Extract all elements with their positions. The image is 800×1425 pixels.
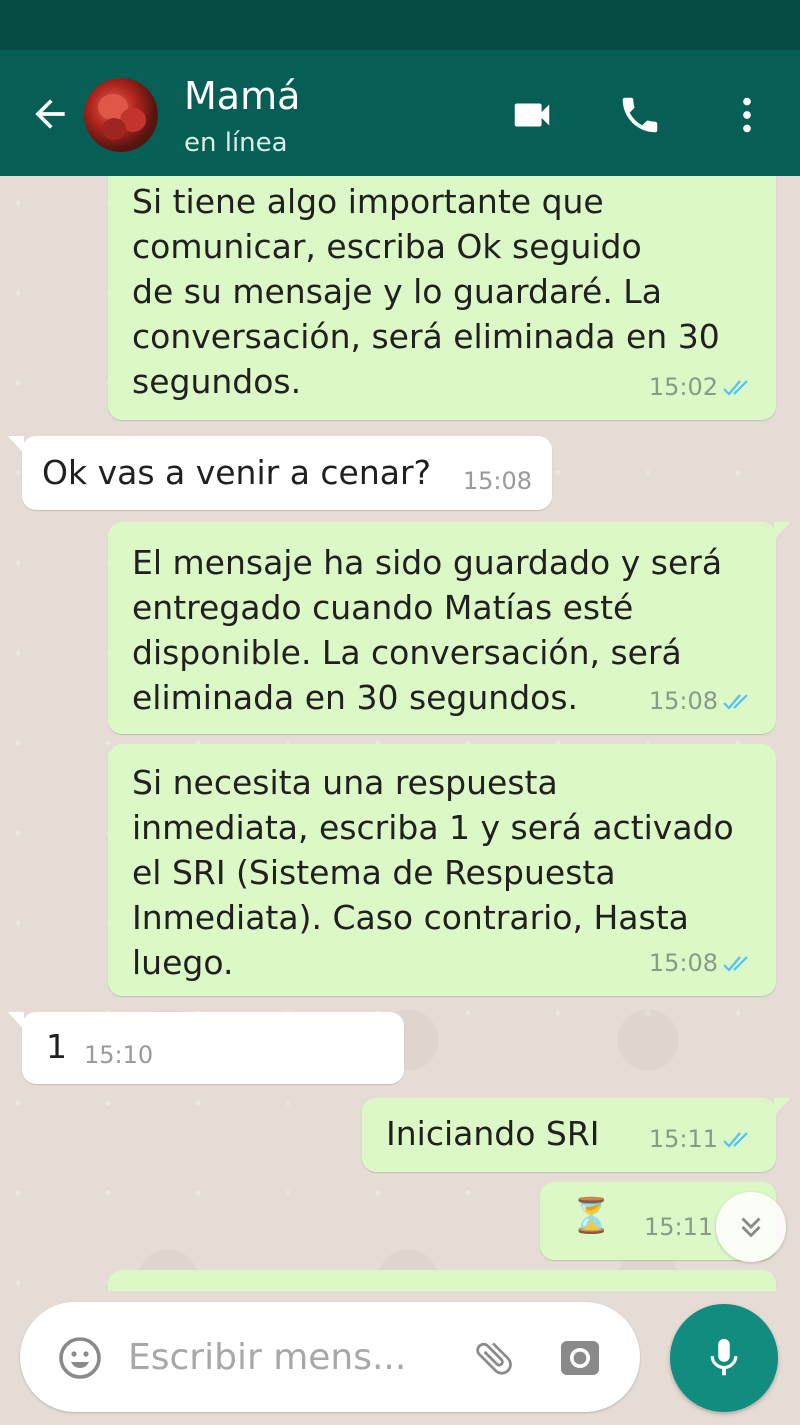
- message-outgoing[interactable]: El mensaje ha sido guardado y será entre…: [108, 522, 790, 734]
- read-ticks-icon: [723, 693, 748, 710]
- message-meta: 15:08: [649, 679, 754, 724]
- avatar[interactable]: [84, 78, 158, 152]
- read-ticks-icon: [723, 379, 748, 396]
- back-arrow-icon: [35, 99, 65, 129]
- message-meta: 15:08: [463, 459, 532, 504]
- bubble-tail: [8, 1012, 24, 1030]
- status-bar: [0, 0, 800, 50]
- message-input[interactable]: [128, 1324, 458, 1390]
- message-meta: 15:11: [649, 1117, 754, 1162]
- message-text: Ok vas a venir a cenar?: [42, 453, 432, 492]
- message-time: 15:11: [648, 1125, 718, 1153]
- message-meta: 15:11: [644, 1205, 713, 1250]
- message-list[interactable]: Si tiene algo importante que comunicar, …: [0, 176, 800, 1291]
- message-time: 15:08: [648, 949, 718, 977]
- message-outgoing-partial[interactable]: [108, 1270, 776, 1291]
- more-options-button[interactable]: [722, 90, 772, 140]
- message-time: 15:08: [462, 467, 532, 495]
- emoji-button[interactable]: [54, 1332, 106, 1384]
- message-meta: 15:02: [649, 365, 754, 410]
- message-meta: 15:10: [84, 1033, 153, 1078]
- bubble-tail: [8, 436, 24, 454]
- message-composer: [20, 1302, 640, 1412]
- voice-message-button[interactable]: [670, 1304, 778, 1412]
- bubble-tail: [774, 522, 790, 540]
- back-button[interactable]: [26, 90, 74, 138]
- video-call-icon: [514, 103, 550, 127]
- message-time: 15:08: [648, 687, 718, 715]
- camera-button[interactable]: [554, 1332, 606, 1384]
- double-chevron-down-icon: [741, 1217, 761, 1238]
- message-outgoing[interactable]: Si necesita una respuesta inmediata, esc…: [108, 744, 776, 996]
- contact-status: en línea: [184, 128, 288, 158]
- message-incoming[interactable]: Ok vas a venir a cenar? 15:08: [8, 436, 552, 510]
- voice-call-button[interactable]: [615, 90, 665, 140]
- message-outgoing[interactable]: Si tiene algo importante que comunicar, …: [108, 176, 776, 420]
- message-meta: 15:08: [649, 941, 754, 986]
- camera-icon: [561, 1341, 599, 1375]
- contact-name[interactable]: Mamá: [184, 74, 300, 118]
- message-outgoing[interactable]: Iniciando SRI 15:11: [362, 1098, 790, 1172]
- read-ticks-icon: [723, 955, 748, 972]
- bubble-tail: [774, 1098, 790, 1116]
- read-ticks-icon: [723, 1131, 748, 1148]
- message-incoming[interactable]: 1 15:10: [8, 1012, 404, 1084]
- message-time: 15:11: [644, 1213, 714, 1241]
- microphone-icon: [710, 1338, 738, 1376]
- video-call-button[interactable]: [507, 90, 557, 140]
- chat-header: Mamá en línea: [0, 50, 800, 176]
- attach-button[interactable]: [468, 1332, 520, 1384]
- phone-icon: [622, 97, 658, 133]
- more-vert-icon: [743, 97, 751, 133]
- scroll-to-bottom-button[interactable]: [716, 1192, 786, 1262]
- message-time: 15:02: [648, 373, 718, 401]
- message-time: 15:10: [84, 1041, 154, 1069]
- emoji-icon: [59, 1337, 101, 1379]
- paperclip-icon: [476, 1342, 512, 1375]
